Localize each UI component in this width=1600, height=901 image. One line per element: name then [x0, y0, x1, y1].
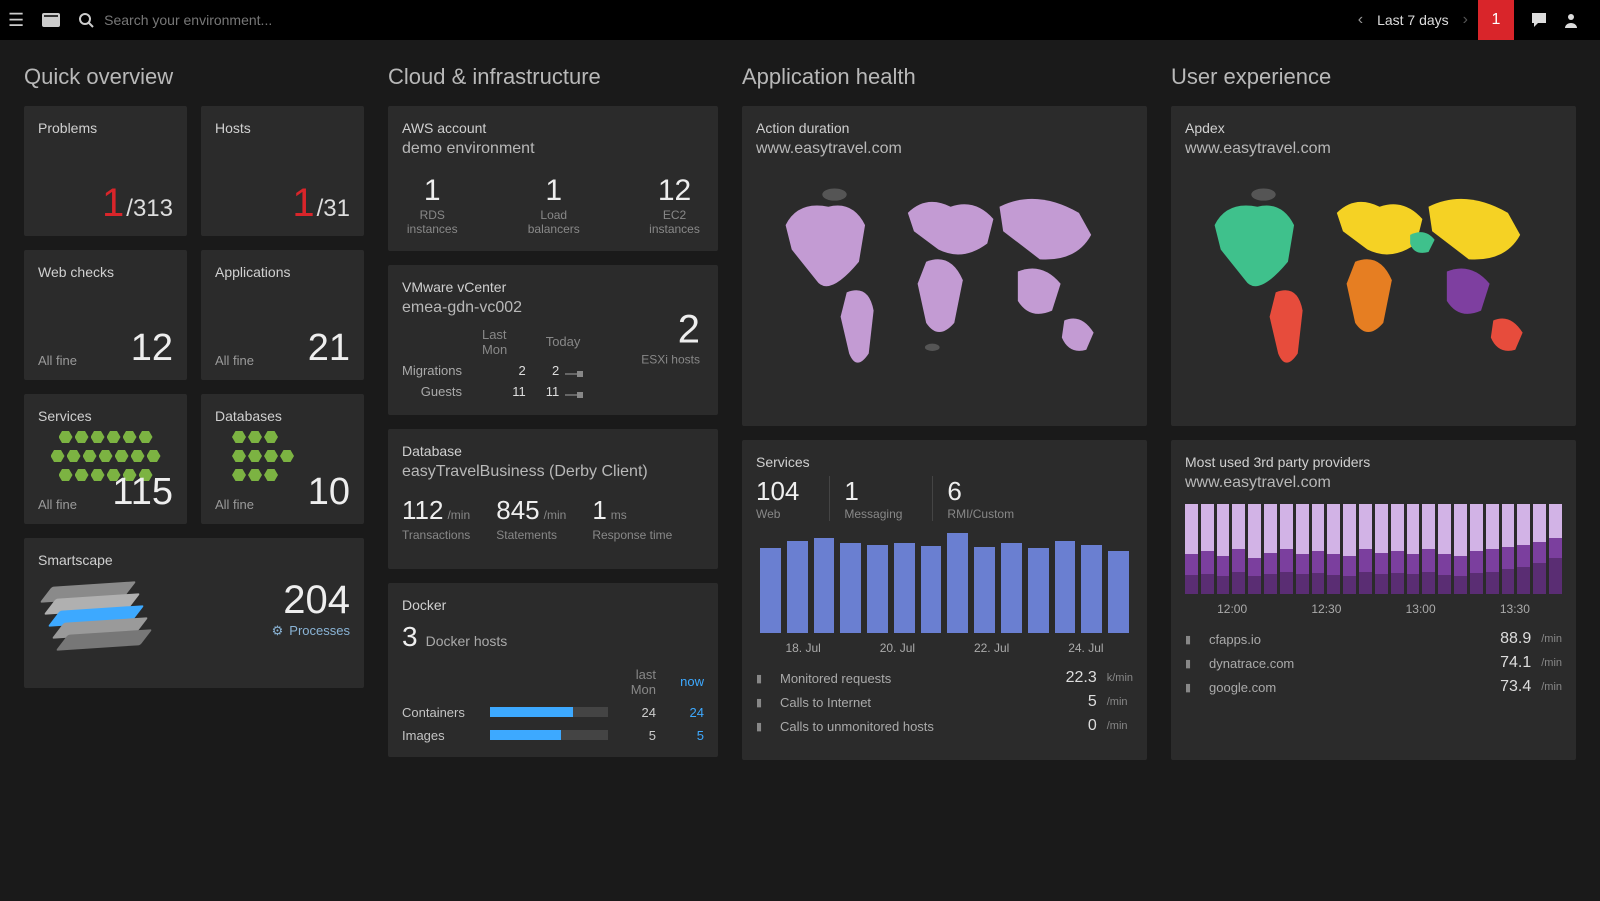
- tile-hosts[interactable]: Hosts 1 /31: [201, 106, 364, 236]
- bar-icon: ▮: [756, 720, 770, 733]
- section-overview-title: Quick overview: [24, 64, 364, 90]
- tile-action-duration[interactable]: Action duration www.easytravel.com: [742, 106, 1147, 426]
- world-map-apdex: [1185, 164, 1562, 384]
- dashboard-icon[interactable]: [42, 13, 60, 27]
- chevron-right-icon[interactable]: ›: [1463, 11, 1468, 29]
- time-range-selector[interactable]: ‹ Last 7 days ›: [1358, 11, 1468, 29]
- world-map-purple: [756, 164, 1133, 384]
- tile-apdex[interactable]: Apdex www.easytravel.com: [1171, 106, 1576, 426]
- services-bar-chart: [756, 533, 1133, 633]
- search-icon[interactable]: [78, 12, 94, 28]
- time-range-label: Last 7 days: [1377, 12, 1449, 28]
- process-icon: ⚙: [272, 623, 284, 639]
- tile-webchecks[interactable]: Web checks All fine 12: [24, 250, 187, 380]
- tile-services[interactable]: Services All fine 115: [24, 394, 187, 524]
- chat-icon[interactable]: [1530, 11, 1548, 29]
- chevron-left-icon[interactable]: ‹: [1358, 11, 1363, 29]
- search-input[interactable]: [104, 12, 364, 28]
- bar-icon: ▮: [1185, 681, 1199, 694]
- search-box: [78, 12, 364, 28]
- tile-aws[interactable]: AWS account demo environment 1RDS instan…: [388, 106, 718, 251]
- tile-applications[interactable]: Applications All fine 21: [201, 250, 364, 380]
- bar-icon: ▮: [756, 672, 770, 685]
- tile-vmware[interactable]: VMware vCenter emea-gdn-vc002 Last MonTo…: [388, 265, 718, 415]
- tile-problems[interactable]: Problems 1 /313: [24, 106, 187, 236]
- bar-icon: ▮: [1185, 633, 1199, 646]
- section-cloud-title: Cloud & infrastructure: [388, 64, 718, 90]
- providers-stacked-chart: [1185, 504, 1562, 594]
- section-health-title: Application health: [742, 64, 1147, 90]
- section-ux-title: User experience: [1171, 64, 1576, 90]
- tile-database[interactable]: Database easyTravelBusiness (Derby Clien…: [388, 429, 718, 569]
- user-icon[interactable]: [1562, 11, 1580, 29]
- bar-icon: ▮: [756, 696, 770, 709]
- tile-smartscape[interactable]: Smartscape 204 ⚙Processes: [24, 538, 364, 688]
- tile-databases[interactable]: Databases All fine 10: [201, 394, 364, 524]
- tile-services-chart[interactable]: Services 104Web 1Messaging 6RMI/Custom 1…: [742, 440, 1147, 760]
- bar-icon: ▮: [1185, 657, 1199, 670]
- layers-icon: [38, 578, 138, 648]
- alert-badge[interactable]: 1: [1478, 0, 1514, 40]
- menu-icon[interactable]: ☰: [8, 10, 24, 31]
- tile-3rd-party[interactable]: Most used 3rd party providers www.easytr…: [1171, 440, 1576, 760]
- topbar: ☰ ‹ Last 7 days › 1: [0, 0, 1600, 40]
- tile-docker[interactable]: Docker 3Docker hosts last Monnow Contain…: [388, 583, 718, 757]
